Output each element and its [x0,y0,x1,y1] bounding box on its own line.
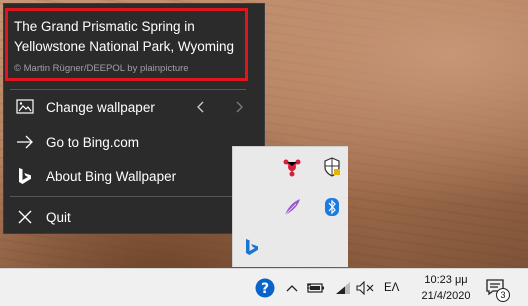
input-language[interactable]: ΕΛ [384,269,399,306]
security-shield-icon[interactable] [318,153,346,181]
about-bing-wallpaper-item[interactable]: About Bing Wallpaper [4,160,258,192]
arrow-right-icon [4,135,46,149]
go-to-bing-label: Go to Bing.com [46,134,140,150]
close-icon [4,209,46,225]
red-app-icon[interactable] [278,153,306,181]
quit-label: Quit [46,209,71,225]
feather-icon[interactable] [278,193,306,221]
bing-wallpaper-icon[interactable] [238,233,266,261]
change-wallpaper-item[interactable]: Change wallpaper [4,91,258,123]
previous-wallpaper-button[interactable] [196,91,206,123]
tray-overflow-popup [232,146,348,267]
clock-time: 10:23 μμ [424,274,468,286]
help-icon[interactable]: ? [253,269,277,306]
battery-icon[interactable] [306,269,326,306]
notification-icon[interactable]: 3 [483,269,510,306]
wallpaper-caption-title: The Grand Prismatic Spring in Yellowston… [14,19,234,54]
quit-item[interactable]: Quit [4,201,258,233]
svg-text:?: ? [261,281,269,297]
about-bing-wallpaper-label: About Bing Wallpaper [46,168,177,184]
next-wallpaper-button[interactable] [234,91,244,123]
taskbar: ? ΕΛ 10:23 μμ 21/4/2020 3 [0,268,528,306]
menu-divider [10,196,246,197]
notification-count-badge: 3 [496,288,510,302]
image-icon [4,99,46,115]
change-wallpaper-label: Change wallpaper [46,99,155,115]
wifi-icon[interactable] [334,269,352,306]
bluetooth-icon[interactable] [318,193,346,221]
wallpaper-caption-credit: © Martin Rügner/DEEPOL by plainpicture [14,63,189,74]
volume-muted-icon[interactable] [355,269,375,306]
clock-date: 21/4/2020 [421,290,471,302]
taskbar-clock[interactable]: 10:23 μμ 21/4/2020 [413,272,479,304]
menu-divider [10,89,246,90]
bing-logo-icon [4,167,46,185]
chevron-up-icon[interactable] [283,269,301,306]
go-to-bing-item[interactable]: Go to Bing.com [4,126,258,158]
